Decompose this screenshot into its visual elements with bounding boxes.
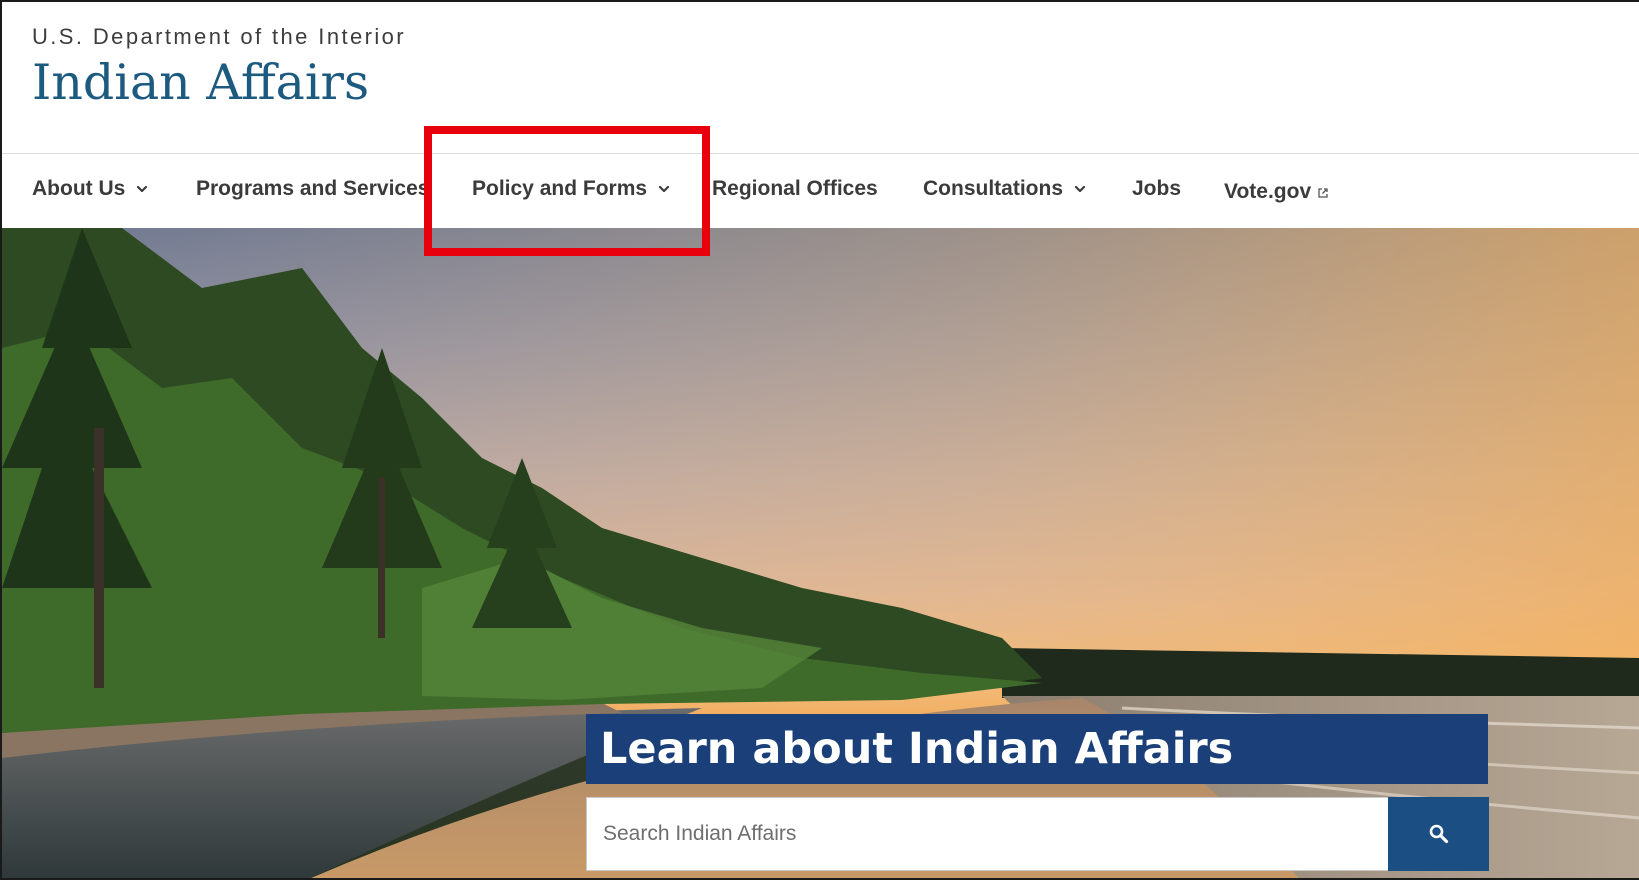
main-nav: About Us Programs and Services Policy an… — [2, 154, 1639, 228]
search-icon — [1429, 824, 1448, 844]
browser-viewport: U.S. Department of the Interior Indian A… — [0, 0, 1639, 880]
hero-section: Learn about Indian Affairs — [2, 228, 1639, 878]
site-header: U.S. Department of the Interior Indian A… — [2, 2, 1639, 154]
nav-item-policy-and-forms[interactable]: Policy and Forms — [472, 177, 671, 201]
search-button[interactable] — [1388, 797, 1489, 871]
nav-item-label: Regional Offices — [712, 177, 878, 200]
chevron-down-icon — [1074, 185, 1086, 193]
nav-item-about-us[interactable]: About Us — [32, 177, 149, 201]
nav-item-label: Vote.gov — [1224, 180, 1312, 203]
nav-item-label: Jobs — [1132, 177, 1182, 200]
search-input[interactable] — [586, 797, 1388, 871]
nav-item-label: Consultations — [923, 177, 1063, 200]
external-link-icon — [1318, 188, 1328, 198]
nav-item-vote-gov[interactable]: Vote.gov — [1224, 180, 1329, 204]
site-title-link[interactable]: Indian Affairs — [32, 54, 369, 111]
nav-item-regional-offices[interactable]: Regional Offices — [712, 177, 878, 201]
nav-item-consultations[interactable]: Consultations — [923, 177, 1087, 201]
nav-item-label: About Us — [32, 177, 126, 200]
chevron-down-icon — [137, 185, 148, 193]
nav-item-label: Programs and Services — [196, 177, 430, 200]
nav-item-programs-and-services[interactable]: Programs and Services — [196, 177, 429, 201]
chevron-down-icon — [658, 185, 670, 193]
department-name: U.S. Department of the Interior — [32, 24, 406, 49]
hero-heading: Learn about Indian Affairs — [586, 714, 1488, 784]
nav-item-jobs[interactable]: Jobs — [1132, 177, 1181, 201]
nav-item-label: Policy and Forms — [472, 177, 648, 200]
